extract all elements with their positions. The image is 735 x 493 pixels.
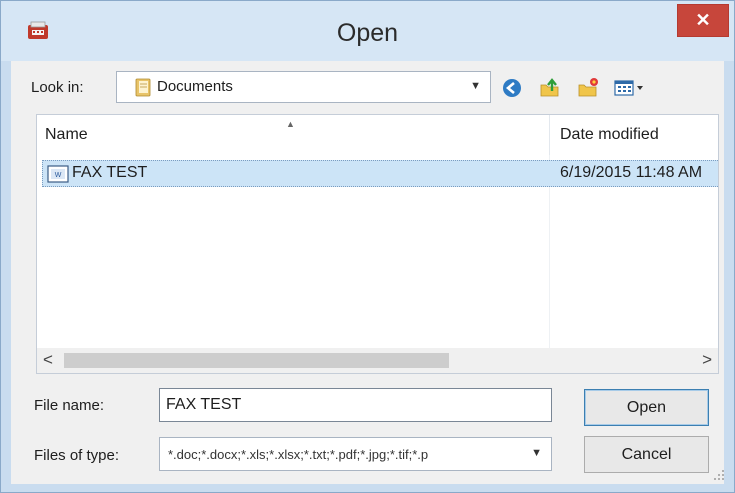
open-dialog: Open ✕ Look in: Documents ▼ Name ▲ Date … bbox=[0, 0, 735, 493]
column-header-date-modified[interactable]: Date modified bbox=[560, 126, 659, 144]
file-name-cell: FAX TEST bbox=[72, 164, 148, 181]
up-folder-icon[interactable] bbox=[538, 77, 562, 99]
look-in-label: Look in: bbox=[31, 79, 84, 96]
chevron-down-icon[interactable]: ▼ bbox=[470, 80, 481, 92]
scroll-left-icon[interactable]: < bbox=[43, 350, 53, 370]
scroll-right-icon[interactable]: > bbox=[702, 350, 712, 370]
cancel-button[interactable]: Cancel bbox=[584, 436, 709, 473]
look-in-dropdown[interactable]: Documents ▼ bbox=[116, 71, 491, 103]
new-folder-icon[interactable] bbox=[576, 77, 600, 99]
view-menu-icon[interactable] bbox=[613, 77, 647, 99]
look-in-value: Documents bbox=[157, 78, 233, 95]
word-document-icon: W bbox=[47, 165, 69, 183]
resize-grip-icon[interactable] bbox=[713, 469, 725, 481]
files-of-type-value: *.doc;*.docx;*.xls;*.xlsx;*.txt;*.pdf;*.… bbox=[168, 447, 429, 462]
file-name-field[interactable] bbox=[159, 388, 552, 422]
open-button[interactable]: Open bbox=[584, 389, 709, 426]
file-list[interactable]: Name ▲ Date modified W FAX TEST 6/19/201… bbox=[36, 114, 719, 374]
scrollbar-thumb[interactable] bbox=[64, 353, 449, 368]
sort-up-icon: ▲ bbox=[286, 119, 295, 129]
column-header-name[interactable]: Name bbox=[45, 126, 88, 144]
close-button[interactable]: ✕ bbox=[677, 4, 729, 37]
files-of-type-dropdown[interactable]: *.doc;*.docx;*.xls;*.xlsx;*.txt;*.pdf;*.… bbox=[159, 437, 552, 471]
title-bar: Open ✕ bbox=[1, 1, 734, 61]
date-modified-cell: 6/19/2015 11:48 AM bbox=[560, 164, 703, 181]
horizontal-scrollbar[interactable]: < > bbox=[37, 348, 718, 373]
files-of-type-label: Files of type: bbox=[34, 447, 120, 464]
column-divider[interactable] bbox=[549, 115, 550, 155]
folder-icon bbox=[135, 78, 151, 97]
svg-text:W: W bbox=[55, 172, 62, 179]
chevron-down-icon[interactable]: ▼ bbox=[531, 447, 542, 459]
table-row[interactable]: W FAX TEST 6/19/2015 11:48 AM bbox=[42, 160, 718, 187]
back-icon[interactable] bbox=[500, 77, 524, 99]
window-title: Open bbox=[336, 19, 399, 47]
file-name-label: File name: bbox=[34, 397, 105, 414]
